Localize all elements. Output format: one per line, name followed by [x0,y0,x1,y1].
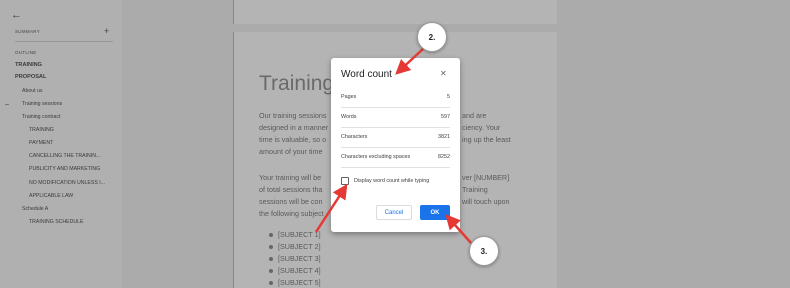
callout-step-2: 2. [417,22,447,52]
arrow-to-dialog-title [395,47,425,75]
annotation-arrows [314,47,472,244]
arrow-to-checkbox [314,183,348,233]
arrow-to-ok-button [445,214,472,244]
callout-step-3: 3. [469,236,499,266]
